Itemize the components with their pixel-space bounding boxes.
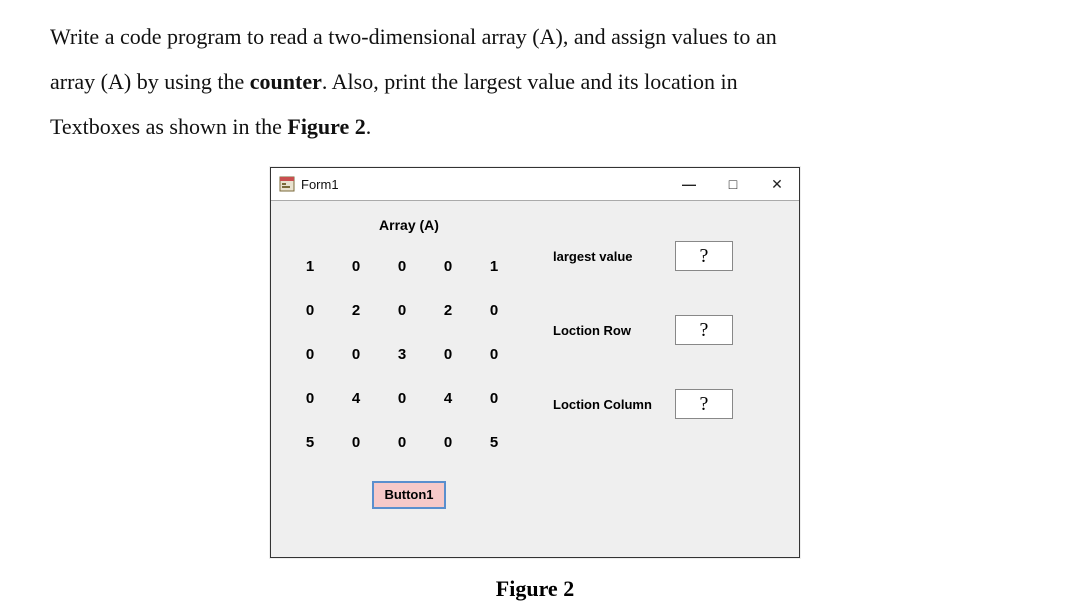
page: Write a code program to read a two-dimen…: [0, 0, 1080, 607]
button1-wrap: Button1: [289, 481, 529, 509]
array-grid: 1 0 0 0 1 0 2 0 2 0 0 0 3 0 0: [291, 247, 529, 461]
cell-2-4: 0: [475, 335, 513, 373]
cell-1-3: 2: [429, 291, 467, 329]
cell-1-0: 0: [291, 291, 329, 329]
text: . Also, print the largest value and its …: [322, 69, 738, 94]
text: .: [366, 114, 372, 139]
question-text: Write a code program to read a two-dimen…: [50, 14, 1020, 149]
left-column: Array (A) 1 0 0 0 1 0 2 0 2 0 0 0: [289, 215, 529, 535]
window-wrap: Form1 — □ ✕ Array (A) 1 0 0 0 1 0 2: [270, 167, 800, 602]
cell-3-4: 0: [475, 379, 513, 417]
largest-value-box[interactable]: ?: [675, 241, 733, 271]
button1[interactable]: Button1: [372, 481, 445, 509]
array-heading: Array (A): [289, 217, 529, 233]
location-row-box[interactable]: ?: [675, 315, 733, 345]
largest-value-field: largest value ?: [553, 241, 781, 271]
cell-4-2: 0: [383, 423, 421, 461]
cell-1-4: 0: [475, 291, 513, 329]
cell-0-2: 0: [383, 247, 421, 285]
cell-4-0: 5: [291, 423, 329, 461]
cell-3-1: 4: [337, 379, 375, 417]
location-column-label: Loction Column: [553, 397, 665, 412]
cell-3-0: 0: [291, 379, 329, 417]
text: Textboxes as shown in the: [50, 114, 287, 139]
cell-2-1: 0: [337, 335, 375, 373]
location-column-box[interactable]: ?: [675, 389, 733, 419]
figure-caption: Figure 2: [270, 576, 800, 602]
text: Write a code program to read a two-dimen…: [50, 24, 777, 49]
cell-2-0: 0: [291, 335, 329, 373]
location-row-label: Loction Row: [553, 323, 665, 338]
location-column-field: Loction Column ?: [553, 389, 781, 419]
close-button[interactable]: ✕: [755, 168, 799, 200]
cell-0-4: 1: [475, 247, 513, 285]
cell-4-1: 0: [337, 423, 375, 461]
right-column: largest value ? Loction Row ? Loction Co…: [553, 215, 781, 535]
maximize-button[interactable]: □: [711, 168, 755, 200]
cell-2-2: 3: [383, 335, 421, 373]
cell-0-1: 0: [337, 247, 375, 285]
cell-3-3: 4: [429, 379, 467, 417]
bold-figure: Figure 2: [287, 114, 365, 139]
cell-1-2: 0: [383, 291, 421, 329]
cell-4-4: 5: [475, 423, 513, 461]
minimize-button[interactable]: —: [667, 168, 711, 200]
app-icon: [279, 176, 295, 192]
cell-1-1: 2: [337, 291, 375, 329]
cell-2-3: 0: [429, 335, 467, 373]
text: array (A) by using the: [50, 69, 250, 94]
bold-counter: counter: [250, 69, 322, 94]
cell-0-0: 1: [291, 247, 329, 285]
client-area: Array (A) 1 0 0 0 1 0 2 0 2 0 0 0: [271, 201, 799, 557]
largest-value-label: largest value: [553, 249, 665, 264]
titlebar: Form1 — □ ✕: [271, 168, 799, 201]
location-row-field: Loction Row ?: [553, 315, 781, 345]
form1-window: Form1 — □ ✕ Array (A) 1 0 0 0 1 0 2: [270, 167, 800, 558]
cell-0-3: 0: [429, 247, 467, 285]
cell-3-2: 0: [383, 379, 421, 417]
window-title: Form1: [301, 177, 339, 192]
cell-4-3: 0: [429, 423, 467, 461]
